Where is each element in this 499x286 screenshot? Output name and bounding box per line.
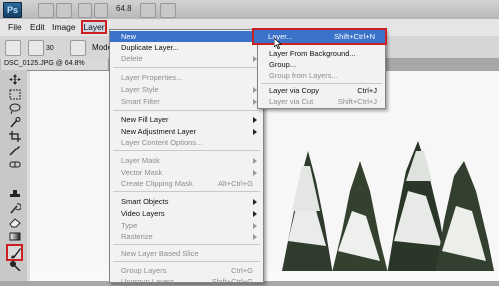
zoom-dropdown-icon[interactable] [140,3,156,18]
eraser-tool-icon[interactable] [9,217,21,228]
submenu-arrow-icon [253,129,257,135]
new-submenu-item-group[interactable]: Group... [269,60,296,69]
new-submenu-item-layer-via-copy[interactable]: Layer via Copy [269,86,319,95]
menu-separator [113,110,260,111]
mouse-cursor-icon [274,38,282,49]
new-submenu-item-layer-highlight[interactable]: Layer... Shift+Ctrl+N [252,28,387,45]
brush-size: 30 [46,45,54,52]
application-title-bar [0,0,499,20]
layer-menu-item-vector-mask[interactable]: Vector Mask [121,168,162,177]
layer-menu-item-new-layer-based-slice[interactable]: New Layer Based Slice [121,249,199,258]
submenu-arrow-icon [253,170,257,176]
shortcut-group-layers: Ctrl+G [231,266,253,275]
submenu-arrow-icon [253,234,257,240]
layer-menu-dropdown: New Duplicate Layer... Delete Layer Prop… [109,29,264,286]
shortcut-layer-via-cut: Shift+Ctrl+J [337,97,377,106]
history-brush-tool-icon[interactable] [9,203,21,214]
submenu-arrow-icon [253,211,257,217]
layer-menu-item-new-fill-layer[interactable]: New Fill Layer [121,115,169,124]
menu-edit[interactable]: Edit [30,22,45,32]
layer-menu-item-duplicate-layer[interactable]: Duplicate Layer... [121,43,179,52]
new-submenu-item-layer-via-cut[interactable]: Layer via Cut [269,97,313,106]
layer-menu-item-rasterize[interactable]: Rasterize [121,232,153,241]
tools-panel [0,70,28,281]
layer-menu-item-new[interactable]: New [121,32,136,41]
quick-selection-tool-icon[interactable] [9,117,21,128]
new-submenu-item-layer-from-background[interactable]: Layer From Background... [269,49,356,58]
move-tool-icon[interactable] [9,74,21,85]
menu-separator [113,150,260,151]
clone-stamp-tool-icon[interactable] [9,189,21,200]
submenu-arrow-icon [253,158,257,164]
gradient-tool-icon[interactable] [9,231,21,242]
brush-picker-icon[interactable] [28,40,44,56]
layer-menu-item-create-clipping-mask[interactable]: Create Clipping Mask [121,179,193,188]
layer-menu-item-smart-filter[interactable]: Smart Filter [121,97,160,106]
shortcut-ungroup-layers: Shift+Ctrl+G [211,277,253,286]
layer-menu-item-delete[interactable]: Delete [121,54,143,63]
layer-menu-item-ungroup-layers[interactable]: Ungroup Layers [121,277,174,286]
shortcut-layer-via-copy: Ctrl+J [357,86,377,95]
menu-separator [113,244,260,245]
layer-menu-item-smart-objects[interactable]: Smart Objects [121,197,169,206]
menu-separator [261,83,382,84]
hand-icon[interactable] [78,3,92,18]
layer-menu-item-layer-style[interactable]: Layer Style [121,85,159,94]
menu-separator [113,191,260,192]
submenu-arrow-icon [253,117,257,123]
marquee-tool-icon[interactable] [9,89,21,100]
layer-menu-item-type[interactable]: Type [121,221,137,230]
brush-tool-icon [11,248,21,259]
healing-brush-tool-icon[interactable] [9,159,21,170]
menu-file[interactable]: File [8,22,22,32]
minibridge-icon[interactable] [56,3,72,18]
submenu-arrow-icon [253,199,257,205]
layer-menu-item-video-layers[interactable]: Video Layers [121,209,165,218]
shortcut-new-layer: Shift+Ctrl+N [334,32,375,41]
menu-layer[interactable]: Layer [81,20,107,34]
document-tab[interactable]: DSC_0125.JPG @ 64.8% [1,58,109,70]
menu-separator [113,67,260,68]
layer-menu-item-group-layers[interactable]: Group Layers [121,266,166,275]
dodge-tool-icon[interactable] [9,260,21,271]
new-submenu-item-group-from-layers[interactable]: Group from Layers... [269,71,338,80]
lasso-tool-icon[interactable] [9,103,21,114]
menu-image[interactable]: Image [52,22,76,32]
layer-menu-item-new-adjustment-layer[interactable]: New Adjustment Layer [121,127,196,136]
brush-tool-preset-icon[interactable] [5,40,21,56]
eyedropper-tool-icon[interactable] [9,145,21,156]
layer-menu-item-layer-properties[interactable]: Layer Properties... [121,73,182,82]
submenu-arrow-icon [253,223,257,229]
shortcut-create-clipping-mask: Alt+Ctrl+G [217,179,253,188]
zoom-icon[interactable] [94,3,108,18]
layer-menu-item-layer-mask[interactable]: Layer Mask [121,156,160,165]
bridge-icon[interactable] [38,3,54,18]
crop-tool-icon[interactable] [9,131,21,142]
brush-panel-icon[interactable] [70,40,86,56]
menu-separator [113,261,260,262]
arrange-icon[interactable] [160,3,176,18]
photoshop-logo: Ps [3,2,22,18]
layer-menu-item-layer-content-options[interactable]: Layer Content Options... [121,138,202,147]
brush-tool-highlight[interactable] [6,244,23,261]
zoom-level[interactable]: 64.8 [116,4,132,13]
